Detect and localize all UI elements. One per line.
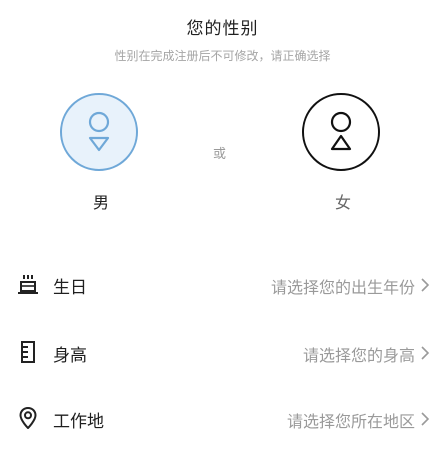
gender-option-female[interactable]: 女 (302, 93, 384, 212)
height-label: 身高 (53, 346, 87, 366)
male-label: 男 (92, 193, 109, 212)
chevron-right-icon (421, 346, 430, 360)
male-symbol-icon (88, 111, 110, 152)
birthday-row[interactable]: 生日 请选择您的出生年份 (0, 262, 445, 306)
height-placeholder: 请选择您的身高 (302, 346, 415, 365)
female-symbol-icon (330, 111, 352, 151)
or-separator: 或 (213, 147, 227, 162)
birthday-placeholder: 请选择您的出生年份 (270, 278, 415, 297)
chevron-right-icon (421, 412, 430, 426)
chevron-right-icon (421, 278, 430, 292)
cake-icon (18, 275, 38, 294)
location-pin-icon (19, 407, 37, 429)
page-subtitle: 性别在完成注册后不可修改，请正确选择 (114, 49, 331, 63)
gender-option-male[interactable]: 男 (60, 93, 142, 212)
work-location-row[interactable]: 工作地 请选择您所在地区 (0, 396, 445, 440)
page-title: 您的性别 (186, 19, 259, 39)
work-location-placeholder: 请选择您所在地区 (286, 412, 415, 431)
height-row[interactable]: 身高 请选择您的身高 (0, 330, 445, 374)
birthday-label: 生日 (53, 278, 87, 298)
female-avatar-circle (302, 93, 380, 171)
female-label: 女 (334, 193, 351, 212)
male-avatar-circle (60, 93, 138, 171)
ruler-icon (21, 341, 35, 363)
work-location-label: 工作地 (53, 412, 104, 432)
